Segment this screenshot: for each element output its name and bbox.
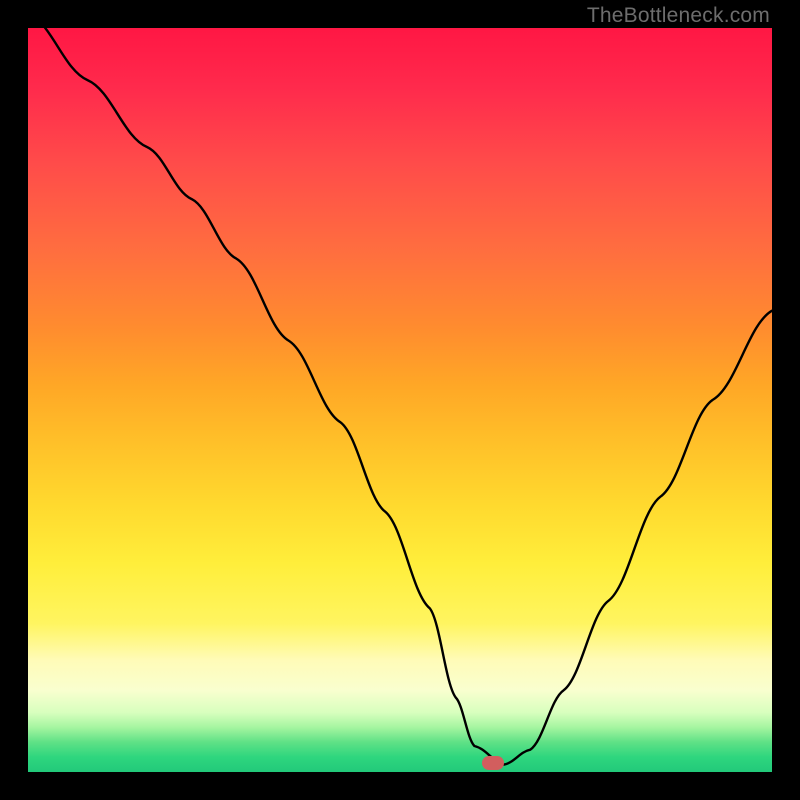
bottleneck-curve [28, 28, 772, 772]
optimal-marker [482, 756, 504, 770]
watermark-text: TheBottleneck.com [587, 4, 770, 28]
chart-frame: TheBottleneck.com [0, 0, 800, 800]
plot-area [28, 28, 772, 772]
